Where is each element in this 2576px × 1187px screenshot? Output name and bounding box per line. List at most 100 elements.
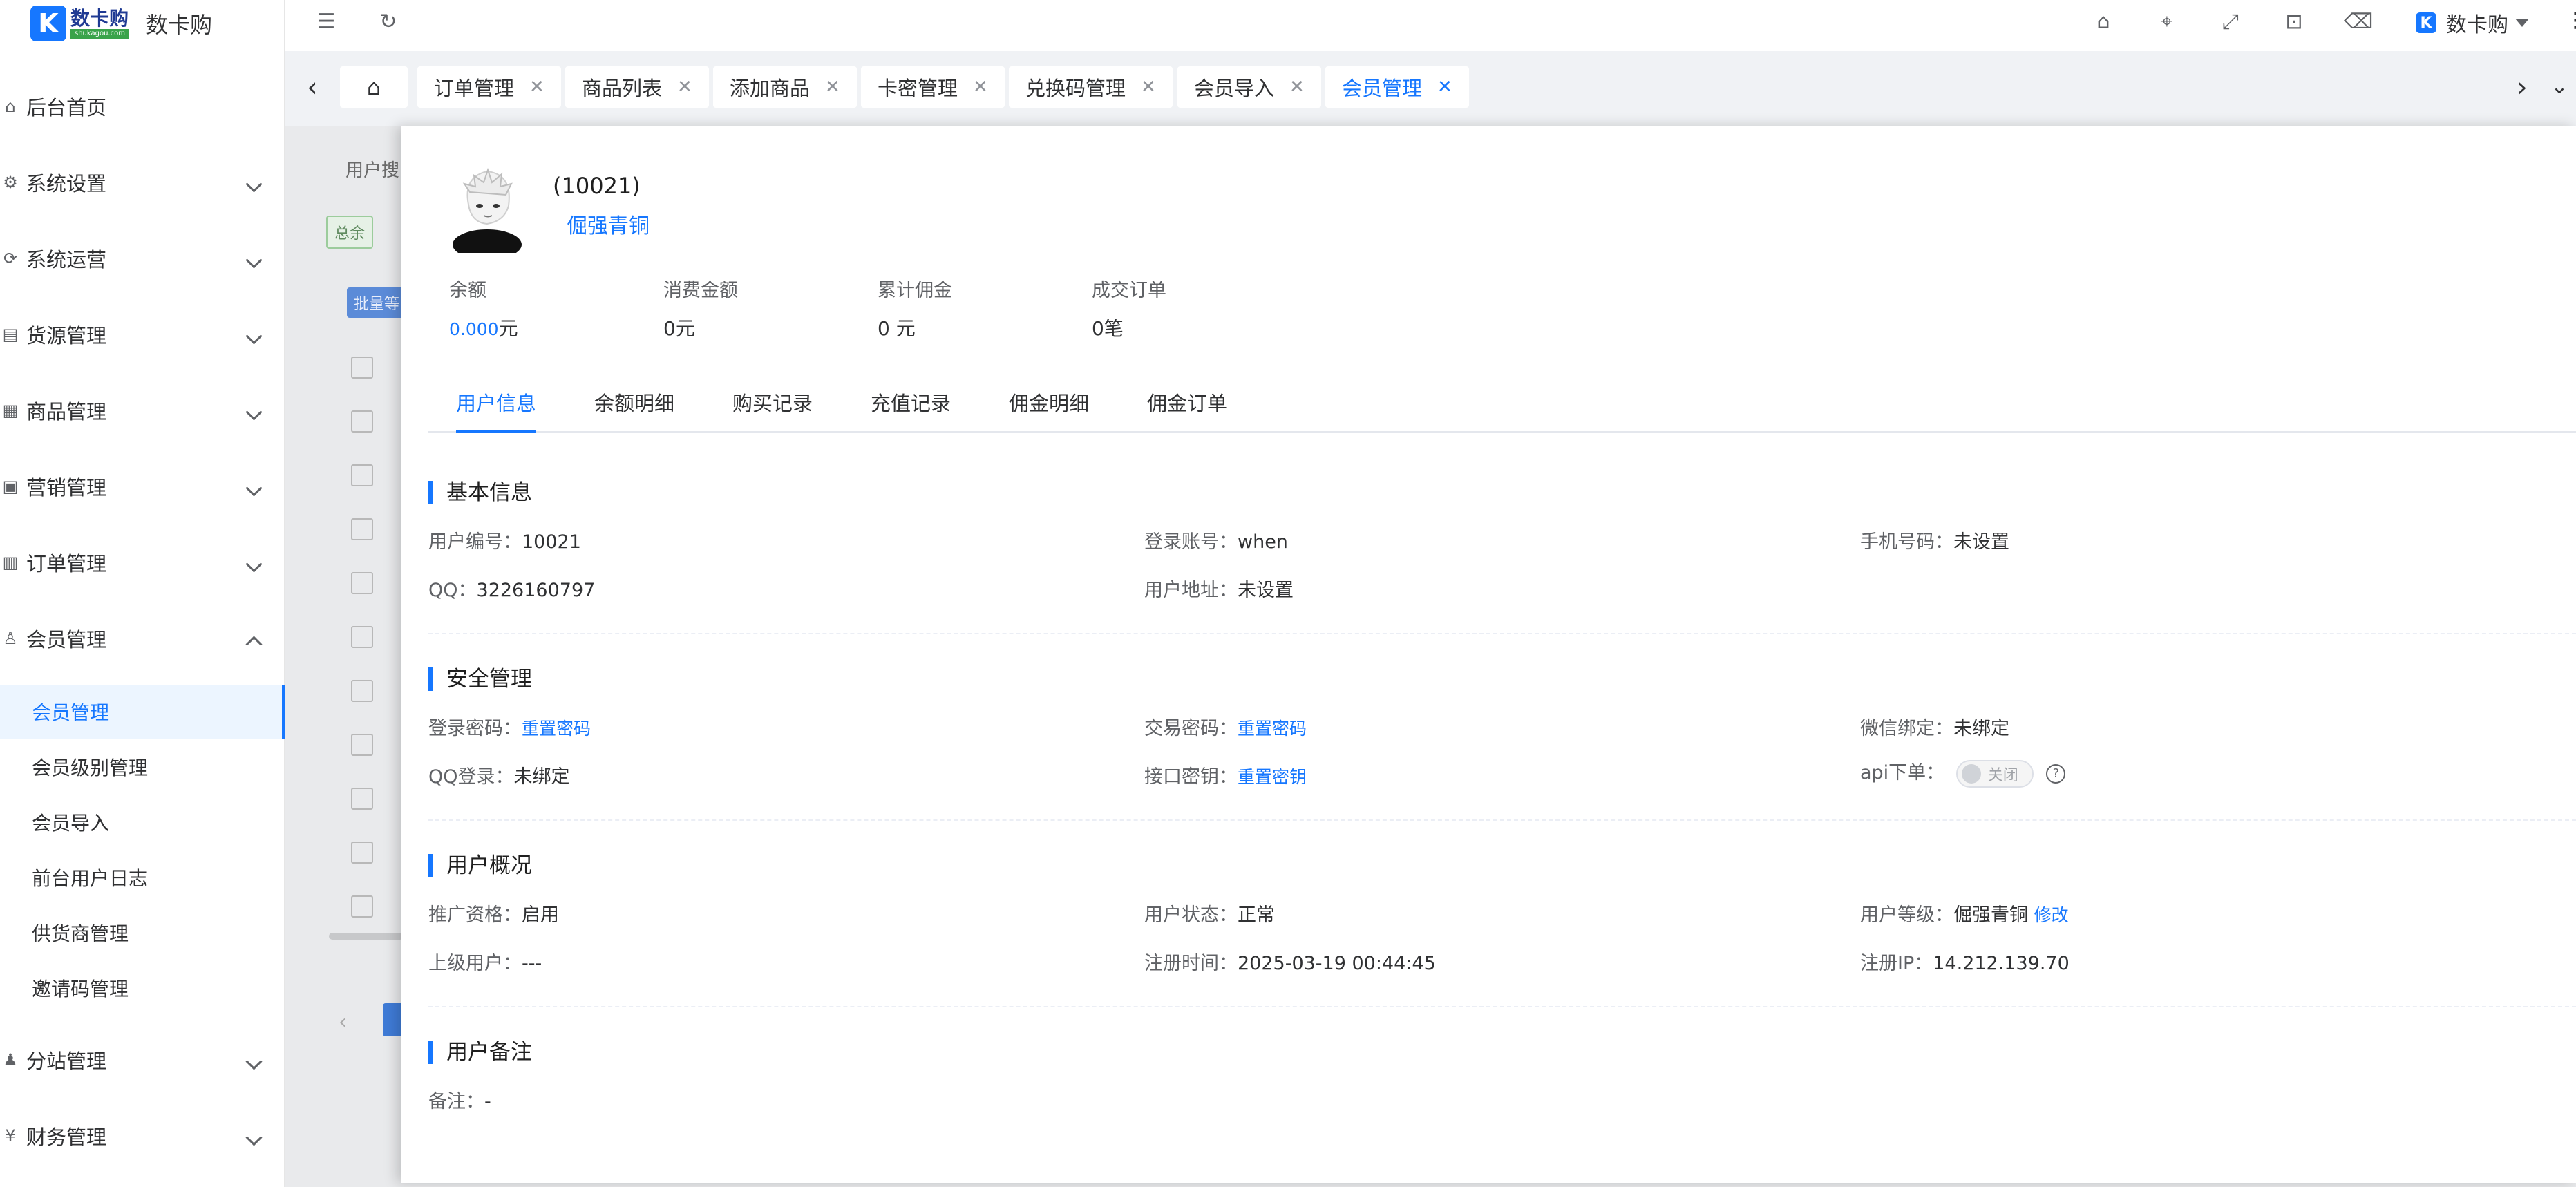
sidebar-item-marketing[interactable]: ▣ 营销管理 bbox=[0, 459, 283, 514]
tag-icon[interactable]: ⌖ bbox=[2153, 8, 2181, 36]
login-account-field: 登录账号：when bbox=[1144, 526, 1288, 553]
field-label: 注册时间： bbox=[1144, 953, 1238, 974]
row-checkbox[interactable] bbox=[351, 734, 373, 756]
tab-card-keys[interactable]: 卡密管理 ✕ bbox=[861, 66, 1005, 108]
sidebar-item-label: 分站管理 bbox=[26, 1050, 107, 1073]
tab-redeem-codes[interactable]: 兑换码管理 ✕ bbox=[1009, 66, 1173, 108]
commission-label: 累计佣金 bbox=[878, 280, 952, 301]
tab-goods-list[interactable]: 商品列表 ✕ bbox=[565, 66, 709, 108]
api-key-field: 接口密钥：重置密钥 bbox=[1144, 761, 1307, 788]
sidebar-item-label: 后台首页 bbox=[26, 96, 107, 120]
more-icon[interactable]: ⋮ bbox=[2565, 8, 2576, 32]
sidebar-item-home[interactable]: ⌂ 后台首页 bbox=[0, 79, 283, 134]
supply-icon: ▤ bbox=[2, 325, 19, 344]
row-checkbox[interactable] bbox=[351, 572, 373, 594]
sidebar-subitem-user-log[interactable]: 前台用户日志 bbox=[0, 851, 282, 904]
toggle-knob bbox=[1961, 763, 1981, 784]
close-icon[interactable]: ✕ bbox=[1437, 77, 1452, 97]
user-status-field: 用户状态：正常 bbox=[1144, 900, 1275, 927]
sidebar-subitem-member-import[interactable]: 会员导入 bbox=[0, 795, 282, 849]
avatar bbox=[453, 167, 522, 253]
fullscreen-icon[interactable]: ⤢ bbox=[2217, 8, 2244, 36]
tab-commission-orders[interactable]: 佣金订单 bbox=[1147, 383, 1227, 430]
tab-home[interactable]: ⌂ bbox=[340, 66, 408, 108]
field-label: 上级用户： bbox=[428, 953, 522, 974]
sidebar-item-system-settings[interactable]: ⚙ 系统设置 bbox=[0, 155, 283, 210]
row-checkbox[interactable] bbox=[351, 842, 373, 864]
tab-user-info[interactable]: 用户信息 bbox=[456, 383, 537, 433]
close-icon[interactable]: ✕ bbox=[677, 77, 692, 97]
tab-commission-detail[interactable]: 佣金明细 bbox=[1009, 383, 1089, 430]
row-checkbox[interactable] bbox=[351, 895, 373, 918]
sidebar-subitem-label: 会员级别管理 bbox=[32, 757, 149, 779]
order-icon: ▥ bbox=[2, 553, 19, 572]
balance-amount: 0.000 bbox=[449, 319, 499, 339]
home-icon[interactable]: ⌂ bbox=[2090, 8, 2117, 36]
trash-icon[interactable]: ⌫ bbox=[2344, 8, 2373, 36]
tab-add-goods[interactable]: 添加商品 ✕ bbox=[713, 66, 857, 108]
sidebar-item-members[interactable]: ♙ 会员管理 bbox=[0, 611, 283, 666]
parent-user-field: 上级用户：--- bbox=[428, 948, 542, 975]
field-value: --- bbox=[522, 953, 542, 974]
row-checkbox[interactable] bbox=[351, 357, 373, 379]
row-checkbox[interactable] bbox=[351, 680, 373, 702]
tab-recharge-records[interactable]: 充值记录 bbox=[871, 383, 951, 430]
close-icon[interactable]: ✕ bbox=[1141, 77, 1156, 97]
row-checkbox[interactable] bbox=[351, 410, 373, 433]
user-menu[interactable]: K 数卡购 bbox=[2416, 6, 2529, 40]
reset-login-password-link[interactable]: 重置密码 bbox=[522, 719, 591, 739]
sidebar-item-system-operation[interactable]: ⟳ 系统运营 bbox=[0, 231, 283, 286]
substation-icon: ♟ bbox=[3, 1050, 18, 1070]
sidebar-item-orders[interactable]: ▥ 订单管理 bbox=[0, 535, 283, 590]
close-icon[interactable]: ✕ bbox=[825, 77, 840, 97]
api-order-toggle[interactable]: 关闭 bbox=[1955, 759, 2034, 788]
close-icon[interactable]: ✕ bbox=[973, 77, 988, 97]
sidebar-item-label: 财务管理 bbox=[26, 1126, 107, 1149]
tabs-scroll-left-icon[interactable]: ‹ bbox=[299, 72, 326, 102]
refresh-icon[interactable]: ↻ bbox=[375, 8, 402, 36]
sidebar-item-substation[interactable]: ♟ 分站管理 bbox=[0, 1032, 283, 1088]
tabs-scroll-right-icon[interactable]: › bbox=[2508, 72, 2536, 102]
field-label: 备注： bbox=[428, 1091, 484, 1112]
row-checkbox[interactable] bbox=[351, 626, 373, 648]
table-scrollbar[interactable] bbox=[329, 933, 404, 940]
sidebar-item-goods[interactable]: ▦ 商品管理 bbox=[0, 383, 283, 438]
sidebar-item-finance[interactable]: ¥ 财务管理 bbox=[0, 1108, 283, 1164]
row-checkbox[interactable] bbox=[351, 464, 373, 486]
field-label: 交易密码： bbox=[1144, 718, 1238, 739]
tab-member-manage[interactable]: 会员管理 ✕ bbox=[1325, 66, 1469, 108]
reset-api-key-link[interactable]: 重置密钥 bbox=[1238, 767, 1307, 787]
collapse-menu-icon[interactable]: ☰ bbox=[312, 8, 340, 36]
row-checkbox[interactable] bbox=[351, 788, 373, 810]
phone-field: 手机号码：未设置 bbox=[1860, 526, 2009, 553]
close-icon[interactable]: ✕ bbox=[1289, 77, 1305, 97]
help-icon[interactable]: ? bbox=[2046, 763, 2066, 784]
sidebar-subitem-member-levels[interactable]: 会员级别管理 bbox=[0, 740, 282, 794]
lock-icon[interactable]: ⊡ bbox=[2280, 8, 2308, 36]
user-level-badge: 倔强青铜 bbox=[567, 214, 650, 238]
tabs-dropdown-icon[interactable]: ⌄ bbox=[2546, 72, 2573, 102]
section-divider bbox=[428, 633, 2576, 634]
qq-login-field: QQ登录：未绑定 bbox=[428, 761, 570, 788]
section-title-overview: 用户概况 bbox=[428, 854, 532, 877]
batch-button[interactable]: 批量等 bbox=[347, 287, 407, 318]
edit-grade-link[interactable]: 修改 bbox=[2034, 905, 2069, 925]
sidebar-subitem-invite-codes[interactable]: 邀请码管理 bbox=[0, 961, 282, 1015]
tab-balance-detail[interactable]: 余额明细 bbox=[594, 383, 674, 430]
sidebar-item-label: 订单管理 bbox=[26, 552, 107, 576]
pager-prev-icon[interactable]: ‹ bbox=[339, 1010, 347, 1034]
sidebar-item-supply[interactable]: ▤ 货源管理 bbox=[0, 307, 283, 362]
field-label: 登录账号： bbox=[1144, 531, 1238, 553]
field-label: 用户等级： bbox=[1860, 904, 1953, 926]
sidebar-subitem-member-manage[interactable]: 会员管理 bbox=[0, 685, 285, 739]
tab-orders[interactable]: 订单管理 ✕ bbox=[417, 66, 561, 108]
reset-trade-password-link[interactable]: 重置密码 bbox=[1238, 719, 1307, 739]
field-value: 启用 bbox=[522, 904, 559, 926]
logo: K 数卡购 shukagou.com 数卡购 bbox=[30, 3, 212, 44]
close-icon[interactable]: ✕ bbox=[529, 77, 544, 97]
row-checkbox[interactable] bbox=[351, 518, 373, 540]
tab-purchase-records[interactable]: 购买记录 bbox=[732, 383, 813, 430]
sidebar-subitem-suppliers[interactable]: 供货商管理 bbox=[0, 906, 282, 960]
chevron-down-icon bbox=[245, 479, 263, 497]
tab-member-import[interactable]: 会员导入 ✕ bbox=[1177, 66, 1321, 108]
